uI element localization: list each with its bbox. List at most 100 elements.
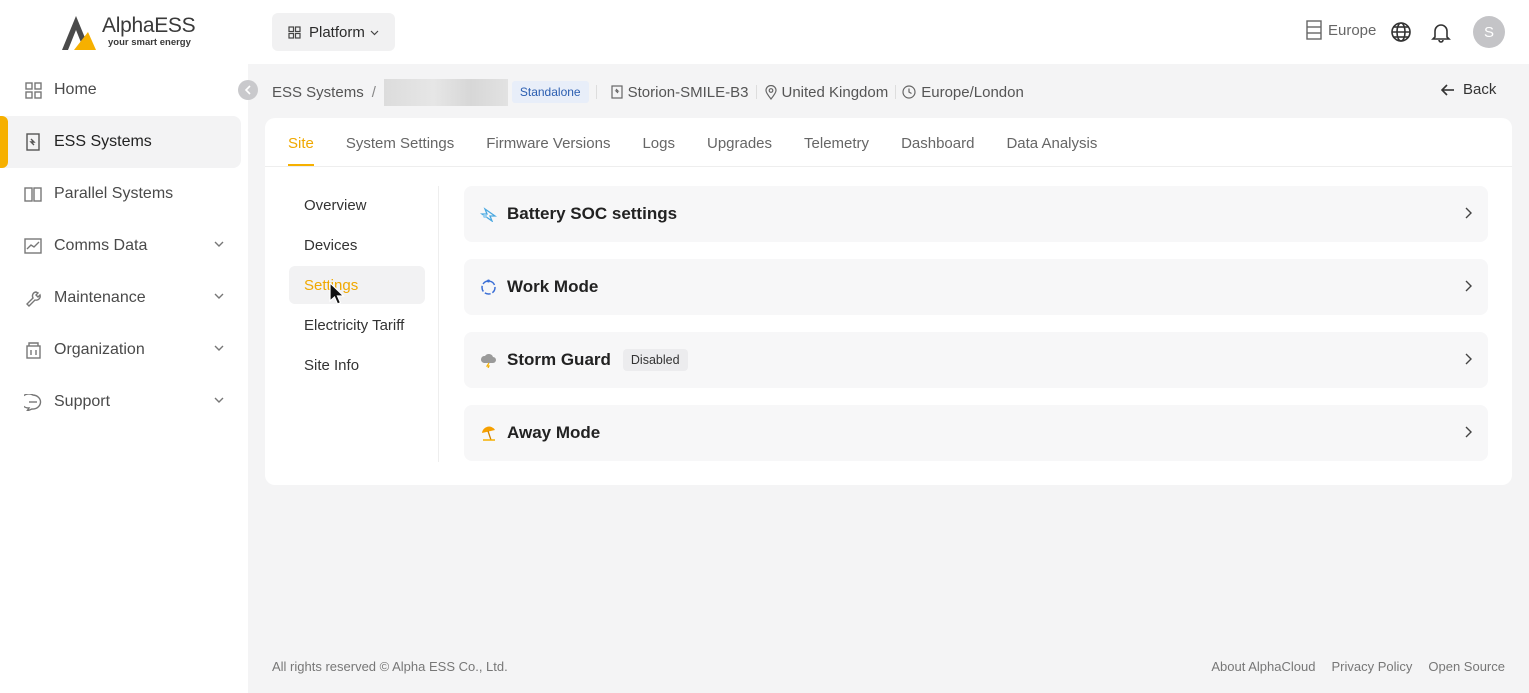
work-mode-icon [479,278,497,296]
model-label: Storion-SMILE-B3 [627,83,749,101]
status-badge: Disabled [622,349,688,371]
divider [755,85,757,99]
panel-title: Storm Guard [507,350,611,369]
country-label: United Kingdom [781,83,889,101]
battery-soc-icon [479,205,497,223]
footer-link-about[interactable]: About AlphaCloud [1211,659,1315,674]
parallel-icon [24,185,42,203]
copyright-text: All rights reserved © Alpha ESS Co., Ltd… [272,659,508,674]
timezone-info: Europe/London [902,84,1024,101]
sidebar-item-support[interactable]: Support [0,376,248,428]
chevron-down-icon [214,293,224,299]
tab-firmware-versions[interactable]: Firmware Versions [486,118,610,166]
platform-label: Platform [309,23,365,41]
submenu-overview[interactable]: Overview [289,186,425,224]
mode-badge: Standalone [511,81,589,103]
mouse-cursor-icon [329,282,345,305]
panel-battery-soc-settings[interactable]: Battery SOC settings [464,186,1488,242]
location-pin-icon [764,84,777,100]
tab-upgrades[interactable]: Upgrades [707,118,772,166]
server-icon [1306,20,1322,40]
tab-bar: Site System Settings Firmware Versions L… [265,118,1512,167]
sidebar-item-label: Support [54,393,111,410]
breadcrumb: ESS Systems / Standalone Storion-SMILE-B… [272,78,1024,106]
submenu-devices[interactable]: Devices [289,226,425,264]
tab-system-settings[interactable]: System Settings [346,118,454,166]
chevron-left-icon [244,85,251,95]
sidebar-nav: Home ESS Systems Parallel Systems Comms … [0,64,248,428]
chevron-right-icon [1465,426,1472,438]
footer-links: About AlphaCloud Privacy Policy Open Sou… [1195,659,1505,674]
back-label: Back [1463,81,1497,98]
tab-data-analysis[interactable]: Data Analysis [1006,118,1097,166]
sidebar-item-ess-systems[interactable]: ESS Systems [0,116,241,168]
user-avatar[interactable]: S [1473,16,1505,48]
chevron-right-icon [1465,353,1472,365]
chevron-right-icon [1465,280,1472,292]
chevron-down-icon [370,30,379,35]
beach-umbrella-icon [479,424,497,442]
sidebar: AlphaESS your smart energy Home ESS Syst… [0,0,248,693]
panel-away-mode[interactable]: Away Mode [464,405,1488,461]
panel-work-mode[interactable]: Work Mode [464,259,1488,315]
device-icon [611,85,623,99]
sidebar-item-label: Organization [54,341,145,358]
breadcrumb-ess-systems[interactable]: ESS Systems [272,84,364,101]
model-info: Storion-SMILE-B3 [611,84,749,101]
tab-site[interactable]: Site [288,118,314,166]
grid-icon [288,25,301,39]
alphaess-logo[interactable]: AlphaESS your smart energy [58,12,198,52]
chevron-down-icon [214,397,224,403]
divider [595,85,597,99]
clock-icon [902,85,916,99]
footer-link-open-source[interactable]: Open Source [1428,659,1505,674]
platform-dropdown[interactable]: Platform [272,13,395,51]
sidebar-item-maintenance[interactable]: Maintenance [0,272,248,324]
storm-cloud-icon [479,351,497,369]
sidebar-item-comms-data[interactable]: Comms Data [0,220,248,272]
home-grid-icon [24,81,42,99]
sidebar-collapse-button[interactable] [238,80,258,100]
panel-title: Work Mode [507,277,599,296]
tab-telemetry[interactable]: Telemetry [804,118,869,166]
sidebar-item-label: Parallel Systems [54,185,174,202]
submenu-settings[interactable]: Settings [289,266,425,304]
sidebar-item-home[interactable]: Home [0,64,248,116]
panel-title: Away Mode [507,423,601,442]
breadcrumb-separator: / [371,83,376,101]
logo-mark-icon [62,16,96,50]
logo-text: AlphaESS [102,14,196,37]
tab-logs[interactable]: Logs [642,118,675,166]
sidebar-item-label: Maintenance [54,289,146,306]
chevron-down-icon [214,345,224,351]
bell-icon [1431,24,1451,43]
notifications-button[interactable] [1430,21,1452,48]
chat-icon [24,393,42,411]
wrench-icon [24,289,42,307]
chart-icon [24,237,42,255]
settings-panels: Battery SOC settings Work Mode Storm Gua… [464,186,1488,478]
arrow-left-icon [1441,83,1454,96]
ess-device-icon [24,133,42,151]
country-info: United Kingdom [764,83,889,101]
submenu-electricity-tariff[interactable]: Electricity Tariff [289,306,425,344]
back-button[interactable]: Back [1441,81,1496,98]
language-button[interactable] [1390,21,1412,48]
footer-link-privacy[interactable]: Privacy Policy [1331,659,1412,674]
sidebar-item-parallel-systems[interactable]: Parallel Systems [0,168,248,220]
chevron-down-icon [214,241,224,247]
site-card: Site System Settings Firmware Versions L… [265,118,1512,485]
timezone-label: Europe/London [921,83,1024,101]
site-submenu: Overview Devices Settings Electricity Ta… [289,186,439,462]
sidebar-item-label: ESS Systems [54,133,152,150]
divider [895,85,897,99]
submenu-site-info[interactable]: Site Info [289,346,425,384]
panel-storm-guard[interactable]: Storm Guard Disabled [464,332,1488,388]
tab-dashboard[interactable]: Dashboard [901,118,974,166]
sidebar-item-organization[interactable]: Organization [0,324,248,376]
panel-title: Battery SOC settings [507,204,678,223]
region-selector[interactable]: Europe [1306,20,1376,40]
sidebar-item-label: Comms Data [54,237,148,254]
region-label: Europe [1328,21,1377,39]
redacted-system-id [383,78,508,106]
